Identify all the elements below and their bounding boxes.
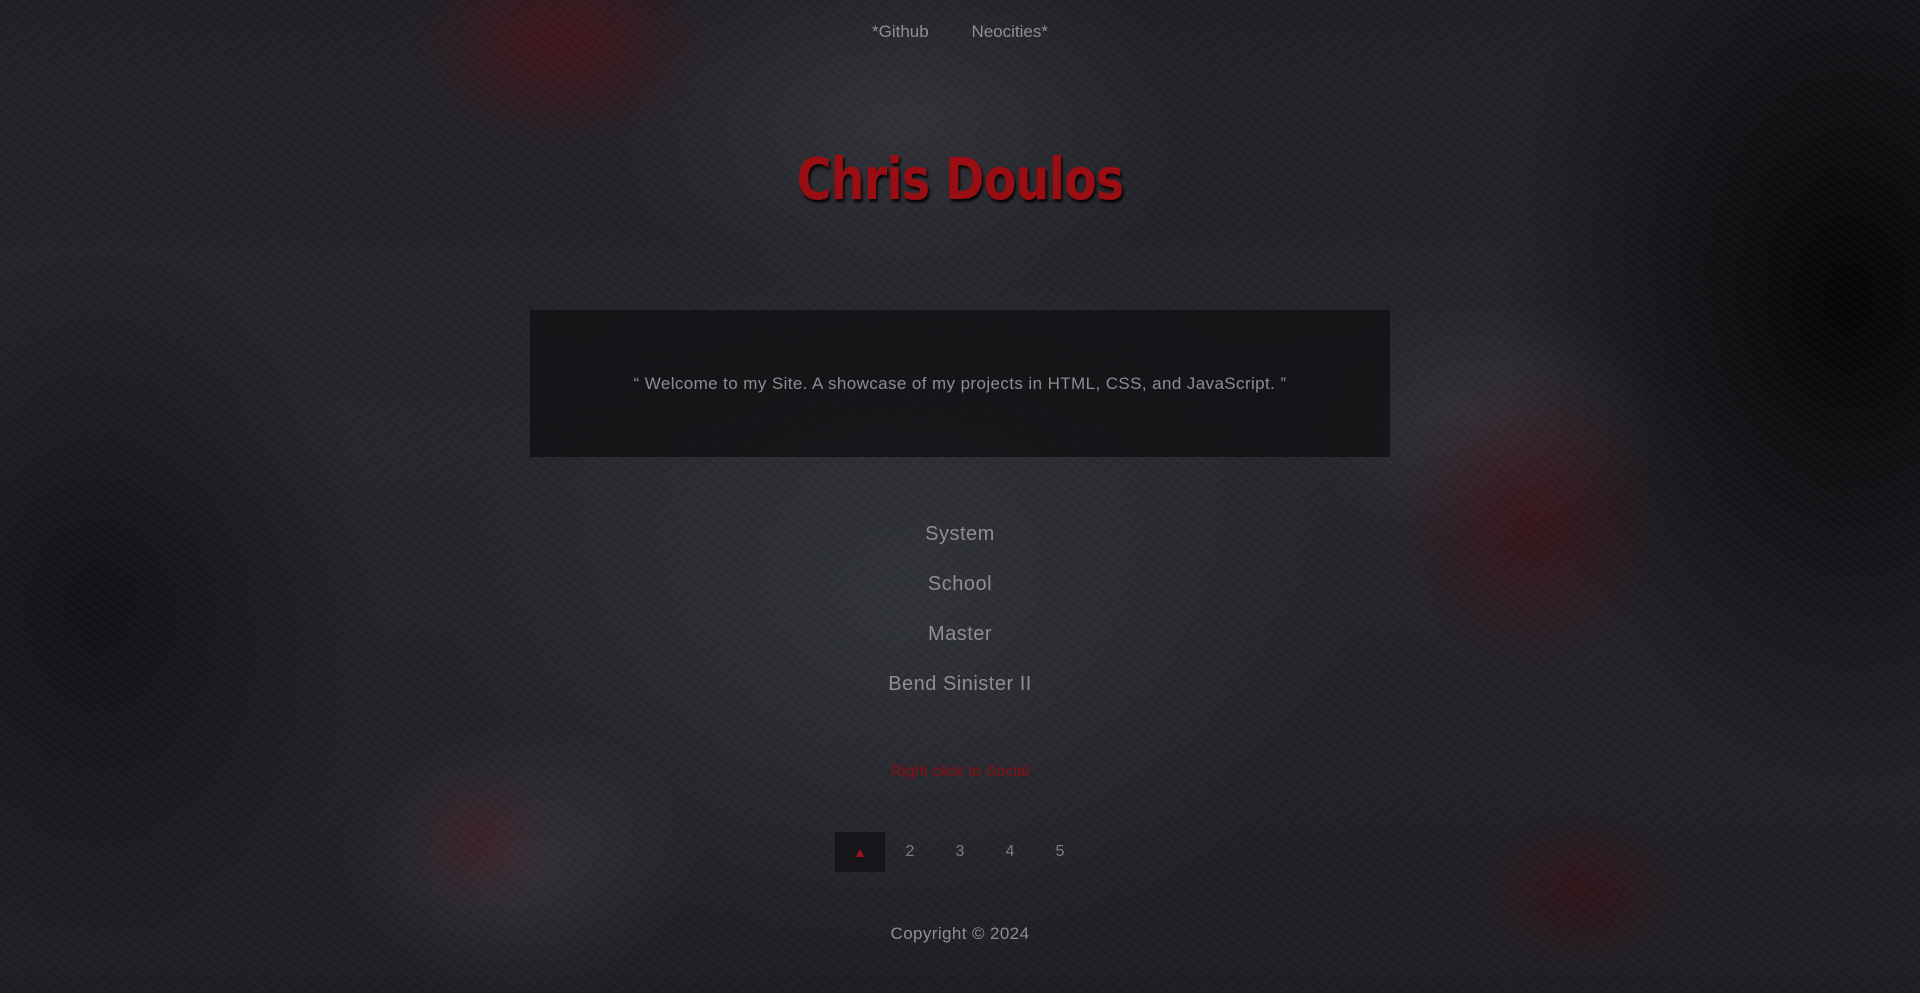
neocities-link[interactable]: Neocities* [971,22,1048,42]
welcome-text: “ Welcome to my Site. A showcase of my p… [633,373,1287,393]
pagination: ▲ 2 3 4 5 [0,832,1920,872]
page-link-5[interactable]: 5 [1035,832,1085,872]
social-hint: Right click to Social [890,763,1030,780]
page-link-3[interactable]: 3 [935,832,985,872]
top-nav: *Github Neocities* [0,22,1920,42]
project-links: System School Master Bend Sinister II [0,520,1920,720]
page-link-4[interactable]: 4 [985,832,1035,872]
page-current-triangle-icon[interactable]: ▲ [835,832,885,872]
copyright: Copyright © 2024 [890,924,1030,943]
page-content: *Github Neocities* Chris Doulos “ Welcom… [0,0,1920,993]
welcome-panel: “ Welcome to my Site. A showcase of my p… [530,310,1390,457]
page-link-2[interactable]: 2 [885,832,935,872]
project-link-school[interactable]: School [0,570,1920,620]
project-link-system[interactable]: System [0,520,1920,570]
project-link-bend-sinister-ii[interactable]: Bend Sinister II [0,670,1920,720]
github-link[interactable]: *Github [872,22,929,42]
site-title: Chris Doulos [796,145,1125,213]
project-link-master[interactable]: Master [0,620,1920,670]
